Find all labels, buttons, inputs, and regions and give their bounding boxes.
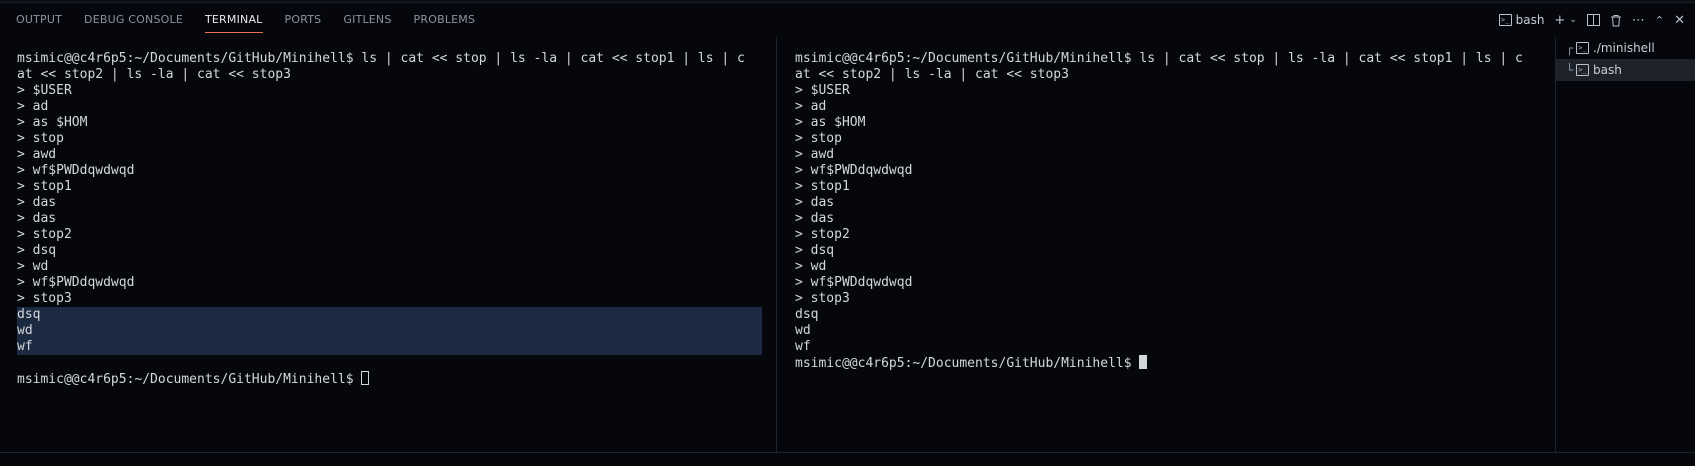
terminal-line: > stop1 [795,179,850,194]
terminal-icon: >_ [1576,64,1589,76]
terminal-line: > stop [17,131,64,146]
panel-actions: >_ bash + ⌄ ⋯ ⌃ ✕ [1489,3,1685,37]
terminal-line: msimic@@c4r6p5:~/Documents/GitHub/Minihe… [17,51,745,66]
plus-icon: + [1554,12,1566,28]
kill-terminal-button[interactable] [1610,9,1622,31]
terminal-list-item-bash[interactable]: └ >_ bash [1556,59,1695,81]
terminal-line: wd [795,323,811,338]
terminal-line: > wf$PWDdqwdwqd [795,275,913,290]
terminal-line: > das [795,195,835,210]
terminal-selector-label: bash [1515,13,1545,27]
terminal-line: > as $HOM [17,115,88,130]
tab-gitlens[interactable]: GITLENS [335,3,399,37]
terminal-line: > das [17,211,57,226]
terminal-line: > dsq [795,243,835,258]
terminal-line: > wf$PWDdqwdwqd [17,275,135,290]
terminal-line: > awd [17,147,57,162]
split-icon [1586,14,1600,26]
terminal-cursor [361,371,370,385]
terminal-line: > stop1 [17,179,72,194]
terminal-line: > stop [795,131,842,146]
terminal-prompt-line: msimic@@c4r6p5:~/Documents/GitHub/Minihe… [17,371,762,387]
close-panel-button[interactable]: ✕ [1674,9,1685,31]
terminal-list: ┌ >_ ./minishell └ >_ bash [1556,37,1695,452]
terminal-line: dsq [795,307,819,322]
new-terminal-button[interactable]: + ⌄ [1554,9,1576,31]
panel-tabs: OUTPUT DEBUG CONSOLE TERMINAL PORTS GITL… [8,3,489,37]
terminal-line: > awd [795,147,835,162]
terminal-list-item-minishell[interactable]: ┌ >_ ./minishell [1556,37,1695,59]
terminal-line: msimic@@c4r6p5:~/Documents/GitHub/Minihe… [795,51,1523,66]
terminal-icon: >_ [1576,42,1589,54]
tab-output[interactable]: OUTPUT [8,3,70,37]
status-bar [0,452,1695,463]
terminal-left[interactable]: msimic@@c4r6p5:~/Documents/GitHub/Minihe… [17,37,762,466]
chevron-up-icon: ⌃ [1654,13,1665,27]
terminal-line: > wf$PWDdqwdwqd [795,163,913,178]
split-terminal-button[interactable] [1586,9,1600,31]
tree-connector: ┌ [1566,41,1574,55]
terminal-prompt: msimic@@c4r6p5:~/Documents/GitHub/Minihe… [17,372,362,387]
split-divider[interactable] [776,37,777,452]
terminal-line: > ad [17,99,49,114]
terminal-line: > stop2 [17,227,72,242]
terminal-line: at << stop2 | ls -la | cat << stop3 [17,67,291,82]
close-icon: ✕ [1674,12,1685,28]
tab-ports[interactable]: PORTS [277,3,330,37]
terminal-prompt: msimic@@c4r6p5:~/Documents/GitHub/Minihe… [795,356,1140,371]
terminal-line: > das [17,195,57,210]
tab-debug-console[interactable]: DEBUG CONSOLE [76,3,191,37]
more-actions-button[interactable]: ⋯ [1632,9,1645,31]
terminal-line: > stop3 [795,291,850,306]
terminal-line: at << stop2 | ls -la | cat << stop3 [795,67,1069,82]
terminal-line: > stop2 [795,227,850,242]
terminal-line: dsq [17,307,762,323]
terminal-selector[interactable]: >_ bash [1498,9,1545,31]
terminal-line: wd [17,323,762,339]
terminal-line: > $USER [17,83,72,98]
tab-terminal[interactable]: TERMINAL [197,3,271,37]
terminal-list-item-label: ./minishell [1593,41,1655,55]
chevron-down-icon: ⌄ [1569,15,1577,25]
terminal-line: > ad [795,99,827,114]
terminal-line: > as $HOM [795,115,866,130]
terminal-line: > $USER [795,83,850,98]
terminal-right[interactable]: msimic@@c4r6p5:~/Documents/GitHub/Minihe… [795,37,1550,466]
terminal-line: > dsq [17,243,57,258]
panel-header: OUTPUT DEBUG CONSOLE TERMINAL PORTS GITL… [0,3,1695,37]
terminal-line: > stop3 [17,291,72,306]
terminal-icon: >_ [1498,14,1512,26]
tab-problems[interactable]: PROBLEMS [406,3,484,37]
terminal-list-item-label: bash [1593,63,1622,77]
terminal-line: wf [17,339,762,355]
terminal-line: > wd [795,259,827,274]
maximize-panel-button[interactable]: ⌃ [1655,9,1664,31]
terminal-line: > wf$PWDdqwdwqd [17,163,135,178]
terminal-prompt-line: msimic@@c4r6p5:~/Documents/GitHub/Minihe… [795,355,1550,371]
tree-connector: └ [1566,63,1574,77]
terminal-line: > wd [17,259,49,274]
terminal-cursor [1139,355,1148,369]
terminal-line: wf [795,339,811,354]
ellipsis-icon: ⋯ [1631,12,1645,28]
terminal-line: > das [795,211,835,226]
trash-icon [1610,14,1621,26]
